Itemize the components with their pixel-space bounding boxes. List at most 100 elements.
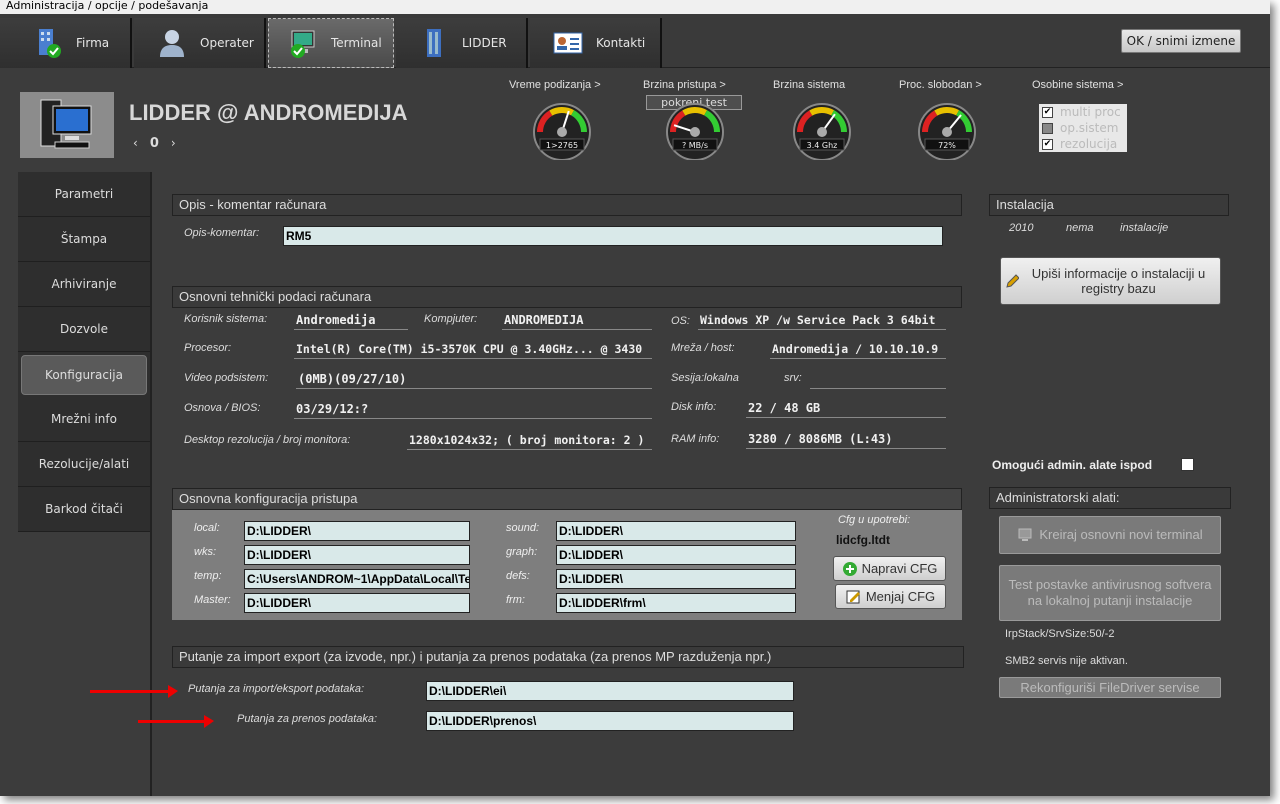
computer-title: LIDDER @ ANDROMEDIJA [129,100,408,125]
sidebar-item-mrezni-info[interactable]: Mrežni info [18,397,150,442]
temp-label: temp: [194,570,222,582]
computer-icon [40,99,92,149]
sidebar-item-arhiviranje[interactable]: Arhiviranje [18,262,150,307]
os-label: OS: [671,315,690,327]
defs-input[interactable]: D:\LIDDER\ [556,569,796,589]
pencil-icon [1006,274,1019,288]
next-arrow-icon[interactable]: › [171,136,176,150]
tab-label: Kontakti [596,36,646,50]
contact-card-icon [552,27,584,59]
sound-input[interactable]: D:\LIDDER\ [556,521,796,541]
enable-admin-label: Omogući admin. alate ispod [992,458,1153,472]
feature-label: multi proc [1060,105,1121,119]
checkbox[interactable] [1042,122,1053,134]
section-cfg: Osnovna konfiguracija pristupa [172,488,962,510]
import-path-input[interactable]: D:\LIDDER\ei\ [426,681,794,701]
srv-value [810,372,946,389]
gauge-dial: 72% [918,103,976,161]
install-text: instalacije [1120,222,1169,234]
terminal-check-icon [287,27,319,59]
feature-multi-proc[interactable]: ✔ multi proc [1039,104,1127,120]
wks-label: wks: [194,546,216,558]
graph-input[interactable]: D:\LIDDER\ [556,545,796,565]
procesor-label: Procesor: [184,342,232,354]
section-putanje: Putanje za import export (za izvode, npr… [172,646,964,668]
reconfigure-filedriver-button[interactable]: Rekonfiguriši FileDriver servise [999,677,1221,698]
plus-circle-icon [842,561,857,576]
sidebar-item-barkod[interactable]: Barkod čitači [18,487,150,532]
tab-label: Terminal [331,36,382,50]
gauge-label-features[interactable]: Osobine sistema > [1032,79,1123,91]
os-value: Windows XP /w Service Pack 3 64bit [698,313,946,330]
tab-lidder[interactable]: LIDDER [396,18,528,68]
sidebar-item-dozvole[interactable]: Dozvole [18,307,150,352]
tab-label: Firma [76,36,110,50]
bios-value: 03/29/12:? [294,402,652,419]
button-label: Upiši informacije o instalaciji u regist… [1031,266,1206,296]
gauge-readout: ? MB/s [682,141,708,150]
import-label: Putanja za import/eksport podataka: [188,683,365,695]
tab-terminal[interactable]: Terminal [268,18,394,68]
sidebar-item-konfiguracija[interactable]: Konfiguracija [21,355,147,395]
antivirus-test-button[interactable]: Test postavke antivirusnog softvera na l… [999,565,1221,621]
tab-operater[interactable]: Operater [134,18,266,68]
kompjuter-label: Kompjuter: [424,313,478,325]
section-instalacija: Instalacija [989,194,1229,216]
defs-label: defs: [506,570,530,582]
system-features-list: ✔ multi proc op.sistem ✔ rezolucija [1039,104,1127,152]
feature-label: op.sistem [1060,121,1119,135]
record-counter: ‹ 0 › [133,136,176,151]
desktop-label: Desktop rezolucija / broj monitora: [184,434,351,446]
building-check-icon [32,27,64,59]
wks-input[interactable]: D:\LIDDER\ [244,545,470,565]
checkbox[interactable]: ✔ [1042,106,1053,118]
gauge-label-proc[interactable]: Proc. slobodan > [899,79,982,91]
gauge-label-access[interactable]: Brzina pristupa > [643,79,726,91]
sidebar: Parametri Štampa Arhiviranje Dozvole Kon… [18,172,150,532]
prev-arrow-icon[interactable]: ‹ [133,136,138,150]
sidebar-item-rezolucije[interactable]: Rezolucije/alati [18,442,150,487]
frm-input[interactable]: D:\LIDDER\frm\ [556,593,796,613]
enable-admin-checkbox[interactable] [1181,458,1194,471]
install-nema: nema [1066,222,1094,234]
menjaj-cfg-button[interactable]: Menjaj CFG [835,584,946,609]
feature-os[interactable]: op.sistem [1039,120,1127,136]
srv-label: srv: [784,372,802,384]
install-year: 2010 [1009,222,1034,234]
video-value: (0MB)(09/27/10) [296,372,652,389]
create-terminal-button[interactable]: Kreiraj osnovni novi terminal [999,516,1221,554]
tab-firma[interactable]: Firma [0,18,132,68]
disk-value: 22 / 48 GB [746,401,946,418]
mreza-value: Andromedija / 10.10.10.9 [770,342,946,359]
kompjuter-value: ANDROMEDIJA [502,313,652,330]
feature-resolution[interactable]: ✔ rezolucija [1039,136,1127,152]
section-opis: Opis - komentar računara [172,194,962,216]
local-input[interactable]: D:\LIDDER\ [244,521,470,541]
sidebar-item-parametri[interactable]: Parametri [18,172,150,217]
counter-value: 0 [149,136,159,151]
temp-input[interactable]: C:\Users\ANDROM~1\AppData\Local\Temp [244,569,470,589]
red-arrow-annotation [90,685,178,698]
sesija-label: Sesija:lokalna [671,372,739,384]
irp-stack-text: IrpStack/SrvSize:50/-2 [1005,628,1115,640]
feature-label: rezolucija [1060,137,1118,151]
sidebar-item-stampa[interactable]: Štampa [18,217,150,262]
registry-install-button[interactable]: Upiši informacije o instalaciji u regist… [1000,257,1221,305]
graph-label: graph: [506,546,538,558]
building-icon [418,27,450,59]
ram-value: 3280 / 8086MB (L:43) [746,432,946,449]
button-label: Napravi CFG [861,561,938,576]
prenos-path-input[interactable]: D:\LIDDER\prenos\ [426,711,794,731]
checkbox[interactable]: ✔ [1042,138,1053,150]
sound-label: sound: [506,522,540,534]
gauge-label-boot[interactable]: Vreme podizanja > [509,79,601,91]
frm-label: frm: [506,594,525,606]
prenos-label: Putanja za prenos podataka: [237,713,378,725]
red-arrow-annotation [138,715,214,728]
master-input[interactable]: D:\LIDDER\ [244,593,470,613]
napravi-cfg-button[interactable]: Napravi CFG [833,556,946,581]
tab-kontakti[interactable]: Kontakti [530,18,662,68]
gauge-label-speed: Brzina sistema [773,79,846,91]
ok-save-button[interactable]: OK / snimi izmene [1121,29,1241,53]
opis-input[interactable]: RM5 [283,226,943,246]
